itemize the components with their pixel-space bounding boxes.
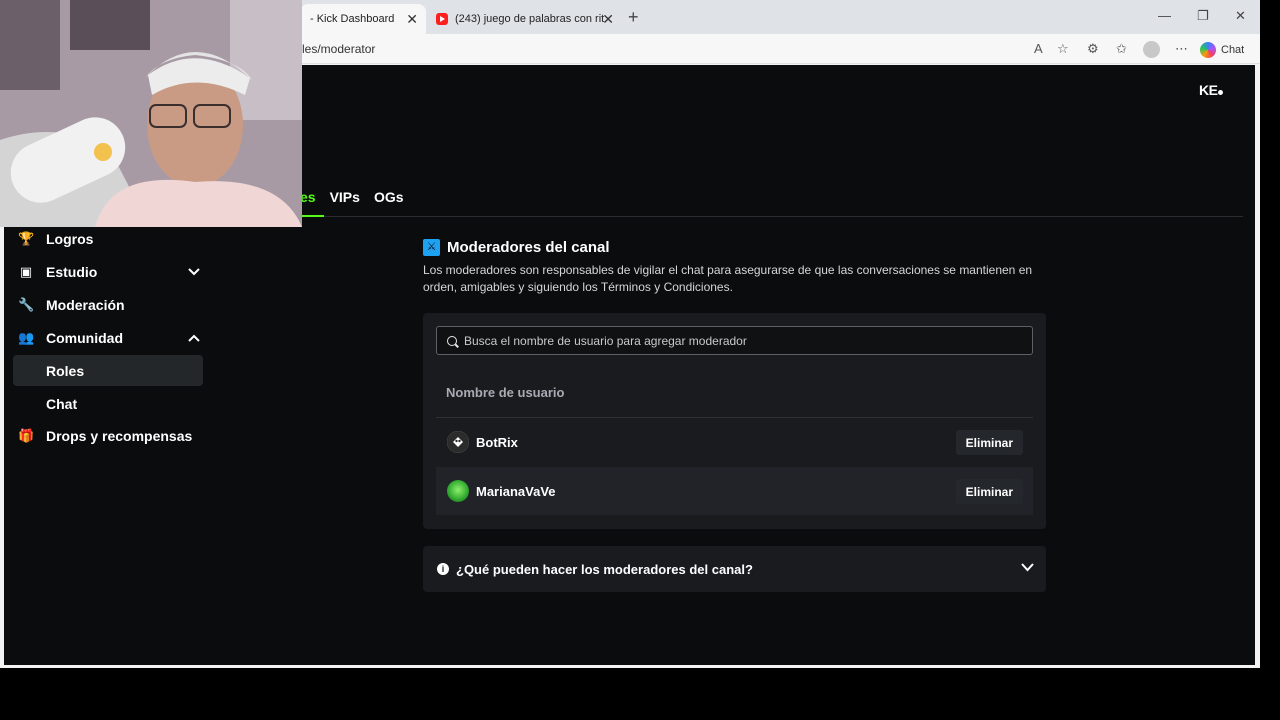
webcam-overlay xyxy=(0,0,302,227)
remove-moderator-button[interactable]: Eliminar xyxy=(955,479,1023,504)
tab-title: (243) juego de palabras con ritmo xyxy=(455,13,605,25)
more-icon[interactable]: ⋯ xyxy=(1175,41,1188,57)
profile-icon[interactable] xyxy=(1143,41,1160,58)
sidebar-item-label: Drops y recompensas xyxy=(46,428,193,444)
sidebar-item-moderacion[interactable]: 🔧 Moderación xyxy=(18,297,125,313)
copilot-icon xyxy=(1200,42,1216,58)
sidebar-item-drops[interactable]: 🎁 Drops y recompensas xyxy=(18,428,192,444)
gift-icon: 🎁 xyxy=(18,428,35,443)
faq-question: ¿Qué pueden hacer los moderadores del ca… xyxy=(456,561,753,577)
close-tab-icon[interactable]: ✕ xyxy=(406,11,418,28)
wrench-icon: 🔧 xyxy=(18,297,35,312)
moderators-card: Nombre de usuario BotRix Eliminar Marian… xyxy=(423,313,1046,529)
minimize-icon[interactable]: — xyxy=(1158,8,1171,23)
section-header: ⚔ Moderadores del canal xyxy=(423,239,610,256)
close-icon[interactable]: ✕ xyxy=(1235,8,1246,24)
sidebar-item-label: Chat xyxy=(46,395,78,412)
avatar xyxy=(447,480,469,502)
sidebar-item-label: Logros xyxy=(46,231,94,247)
logo-text: KE xyxy=(1199,82,1218,98)
faq-accordion[interactable]: i ¿Qué pueden hacer los moderadores del … xyxy=(423,546,1046,592)
sidebar-item-chat[interactable]: Chat xyxy=(13,388,203,419)
sidebar-item-estudio[interactable]: ▣ Estudio xyxy=(18,264,200,280)
copilot-chat-button[interactable]: Chat xyxy=(1200,40,1244,60)
sidebar-item-label: Roles xyxy=(46,362,85,379)
tab-moderadores[interactable]: es xyxy=(300,189,316,205)
search-icon xyxy=(447,335,457,346)
moderator-search[interactable] xyxy=(436,326,1033,355)
tabs-divider xyxy=(300,216,1243,217)
tab-ogs[interactable]: OGs xyxy=(374,189,404,205)
studio-icon: ▣ xyxy=(19,264,33,279)
user-logo[interactable]: KE xyxy=(1199,82,1224,98)
youtube-icon xyxy=(436,13,448,25)
tab-title: - Kick Dashboard xyxy=(310,13,395,25)
column-header: Nombre de usuario xyxy=(446,385,565,400)
tab-youtube[interactable]: (243) juego de palabras con ritmo ✕ xyxy=(426,4,622,34)
sidebar-item-comunidad[interactable]: 👥 Comunidad xyxy=(18,330,200,346)
section-description: Los moderadores son responsables de vigi… xyxy=(423,263,1033,294)
moderator-name[interactable]: MarianaVaVe xyxy=(476,484,556,499)
chevron-down-icon[interactable] xyxy=(1021,560,1034,575)
sidebar-item-label: Estudio xyxy=(46,264,98,280)
community-icon: 👥 xyxy=(18,330,35,345)
sword-icon: ⚔ xyxy=(423,239,440,256)
info-icon: i xyxy=(437,563,449,575)
remove-moderator-button[interactable]: Eliminar xyxy=(955,430,1023,455)
chevron-up-icon[interactable] xyxy=(188,331,200,345)
read-aloud-icon[interactable]: A xyxy=(1034,41,1043,56)
restore-icon[interactable]: ❐ xyxy=(1197,8,1209,24)
table-row: MarianaVaVe Eliminar xyxy=(436,467,1033,515)
sidebar-item-roles[interactable]: Roles xyxy=(13,355,203,386)
search-input[interactable] xyxy=(464,333,1004,348)
new-tab-icon[interactable]: + xyxy=(628,7,639,28)
extensions-icon[interactable]: ⚙ xyxy=(1087,41,1099,57)
moderator-name[interactable]: BotRix xyxy=(476,435,518,450)
roles-tabs: es VIPs OGs xyxy=(300,189,404,205)
active-tab-underline xyxy=(300,215,324,217)
trophy-icon: 🏆 xyxy=(18,231,35,246)
sidebar-item-label: Moderación xyxy=(46,297,125,313)
favorites-icon[interactable]: ✩ xyxy=(1116,41,1127,57)
table-row: BotRix Eliminar xyxy=(436,418,1033,466)
tab-kick-dashboard[interactable]: - Kick Dashboard ✕ xyxy=(300,4,426,34)
page-title: Moderadores del canal xyxy=(447,239,610,256)
close-tab-icon[interactable]: ✕ xyxy=(602,11,614,28)
sidebar-item-logros[interactable]: 🏆 Logros xyxy=(18,231,93,247)
sidebar-item-label: Comunidad xyxy=(46,330,123,346)
chevron-down-icon[interactable] xyxy=(188,265,200,279)
tab-vips[interactable]: VIPs xyxy=(330,189,360,205)
avatar xyxy=(447,431,469,453)
chat-label: Chat xyxy=(1221,44,1245,56)
star-icon[interactable]: ☆ xyxy=(1057,41,1069,57)
url-text[interactable]: les/moderator xyxy=(302,42,375,56)
